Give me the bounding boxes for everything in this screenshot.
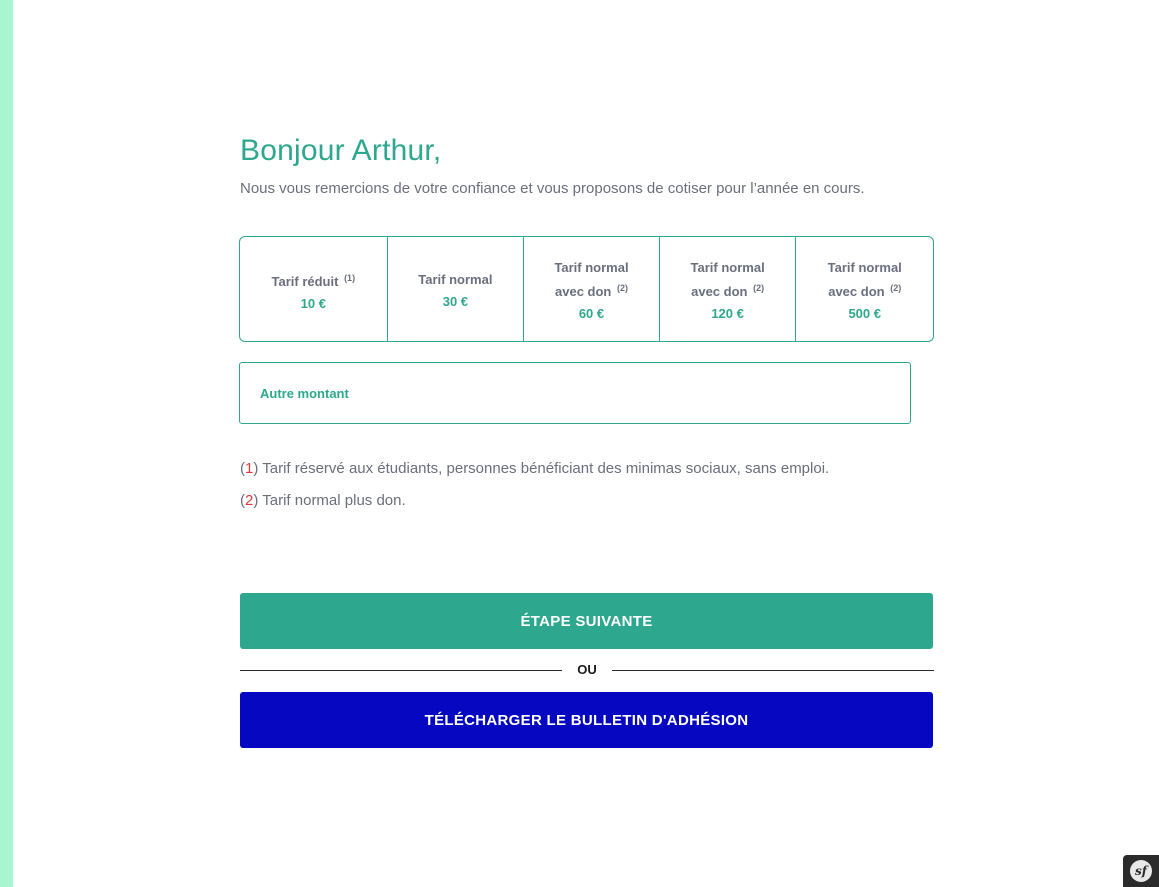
greeting-title: Bonjour Arthur, [240, 134, 442, 167]
tarif-price: 10 € [300, 295, 326, 311]
tarif-label: Tarif normal avec don (2) [690, 259, 765, 299]
tarif-label: Tarif normal [418, 271, 493, 287]
footnote-number: 1 [245, 460, 254, 477]
symfony-icon: sf [1130, 860, 1152, 882]
tarif-label: Tarif normal avec don (2) [827, 259, 902, 299]
tarif-options: Tarif réduit (1) 10 € Tarif normal 30 € … [239, 236, 934, 342]
autre-montant-input[interactable] [239, 362, 911, 424]
tarif-note-ref: (1) [344, 272, 356, 283]
tarif-price: 500 € [848, 305, 881, 321]
tarif-note-ref: (2) [616, 282, 628, 293]
download-membership-form-button[interactable]: TÉLÉCHARGER LE BULLETIN D'ADHÉSION [240, 692, 933, 748]
tarif-option-don-120[interactable]: Tarif normal avec don (2) 120 € [660, 237, 797, 341]
tarif-price: 30 € [442, 293, 469, 309]
tarif-option-reduit[interactable]: Tarif réduit (1) 10 € [240, 237, 388, 341]
footnote-text: Tarif normal plus don. [262, 492, 406, 509]
intro-text: Nous vous remercions de votre confiance … [240, 180, 865, 197]
tarif-label: Tarif normal avec don (2) [554, 259, 629, 299]
footnote-number: 2 [245, 492, 254, 509]
footnote-1: (1) Tarif réservé aux étudiants, personn… [240, 460, 830, 477]
left-accent-strip [0, 0, 13, 887]
separator-line [240, 670, 562, 671]
footnote-2: (2) Tarif normal plus don. [240, 492, 406, 509]
symfony-debug-toolbar-toggle[interactable]: sf [1123, 855, 1159, 887]
separator-label: OU [577, 662, 597, 677]
footnote-text: Tarif réservé aux étudiants, personnes b… [262, 460, 830, 477]
tarif-price: 60 € [578, 305, 605, 321]
or-separator: OU [240, 660, 934, 680]
tarif-option-don-60[interactable]: Tarif normal avec don (2) 60 € [524, 237, 660, 341]
tarif-price: 120 € [711, 305, 744, 321]
tarif-note-ref: (2) [890, 282, 902, 293]
tarif-option-don-500[interactable]: Tarif normal avec don (2) 500 € [796, 237, 933, 341]
next-step-button[interactable]: ÉTAPE SUIVANTE [240, 593, 933, 649]
tarif-label: Tarif réduit (1) [271, 272, 356, 289]
tarif-option-normal[interactable]: Tarif normal 30 € [388, 237, 525, 341]
tarif-note-ref: (2) [753, 282, 765, 293]
separator-line [612, 670, 934, 671]
